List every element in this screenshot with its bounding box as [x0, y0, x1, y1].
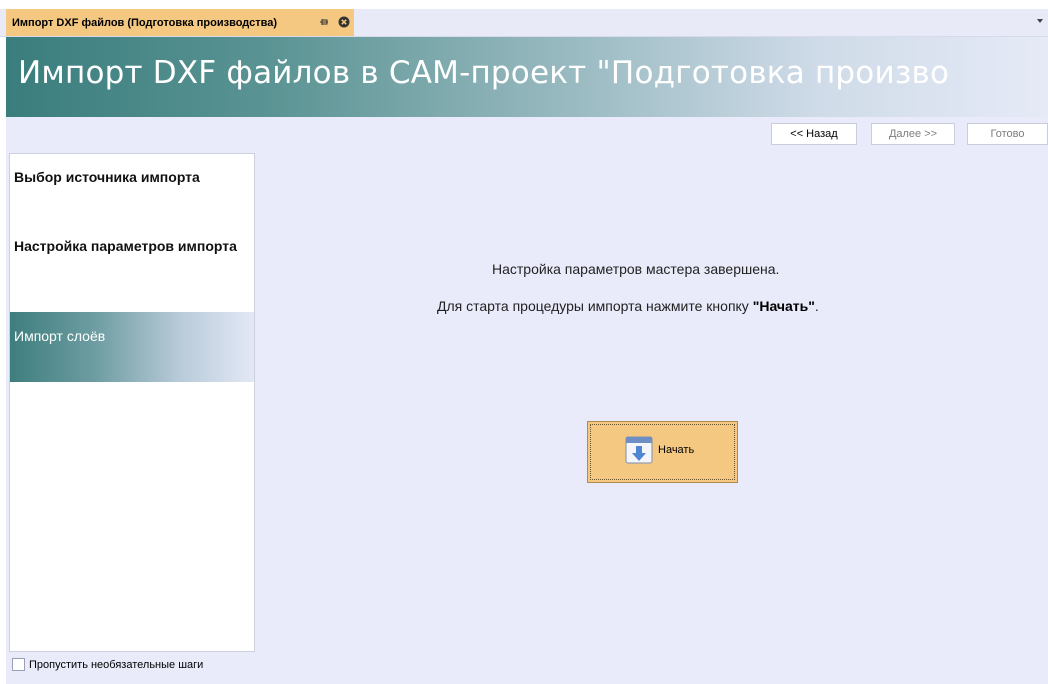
document-tab[interactable]: Импорт DXF файлов (Подготовка производст… [6, 9, 354, 36]
start-button[interactable]: Начать [587, 421, 738, 483]
skip-optional-row: Пропустить необязательные шаги [12, 658, 203, 671]
back-button[interactable]: << Назад [771, 123, 857, 145]
import-wizard-window: Импорт DXF файлов (Подготовка производст… [0, 0, 1048, 684]
pin-icon[interactable] [319, 17, 329, 27]
tab-strip: Импорт DXF файлов (Подготовка производст… [0, 0, 1048, 37]
start-button-label: Начать [658, 444, 695, 456]
document-tab-label: Импорт DXF файлов (Подготовка производст… [12, 16, 278, 29]
finish-button[interactable]: Готово [967, 123, 1048, 145]
wizard-steps-panel: Выбор источника импорта Настройка параме… [9, 153, 255, 652]
start-instruction-period: . [814, 298, 819, 314]
page-title: Импорт DXF файлов в CAM-проект "Подготов… [18, 55, 950, 91]
step-item-source[interactable]: Выбор источника импорта [10, 169, 254, 185]
step-item-label: Импорт слоёв [14, 328, 106, 344]
start-instruction-button-name: "Начать" [752, 298, 815, 314]
completion-message: Настройка параметров мастера завершена. [492, 261, 780, 277]
chevron-down-icon[interactable] [1036, 17, 1044, 25]
step-item-settings[interactable]: Настройка параметров импорта [10, 238, 254, 254]
close-icon[interactable] [338, 16, 350, 28]
skip-optional-checkbox[interactable] [12, 658, 25, 671]
step-item-layers[interactable]: Импорт слоёв [10, 312, 254, 382]
import-arrow-icon [625, 436, 653, 464]
wizard-body: << Назад Далее >> Готово Выбор источника… [6, 117, 1048, 684]
skip-optional-label: Пропустить необязательные шаги [29, 658, 204, 671]
start-instruction: Для старта процедуры импорта нажмите кно… [437, 298, 819, 314]
start-instruction-text: Для старта процедуры импорта нажмите кно… [437, 298, 753, 314]
header-banner: Импорт DXF файлов в CAM-проект "Подготов… [6, 37, 1048, 117]
next-button[interactable]: Далее >> [871, 123, 955, 145]
